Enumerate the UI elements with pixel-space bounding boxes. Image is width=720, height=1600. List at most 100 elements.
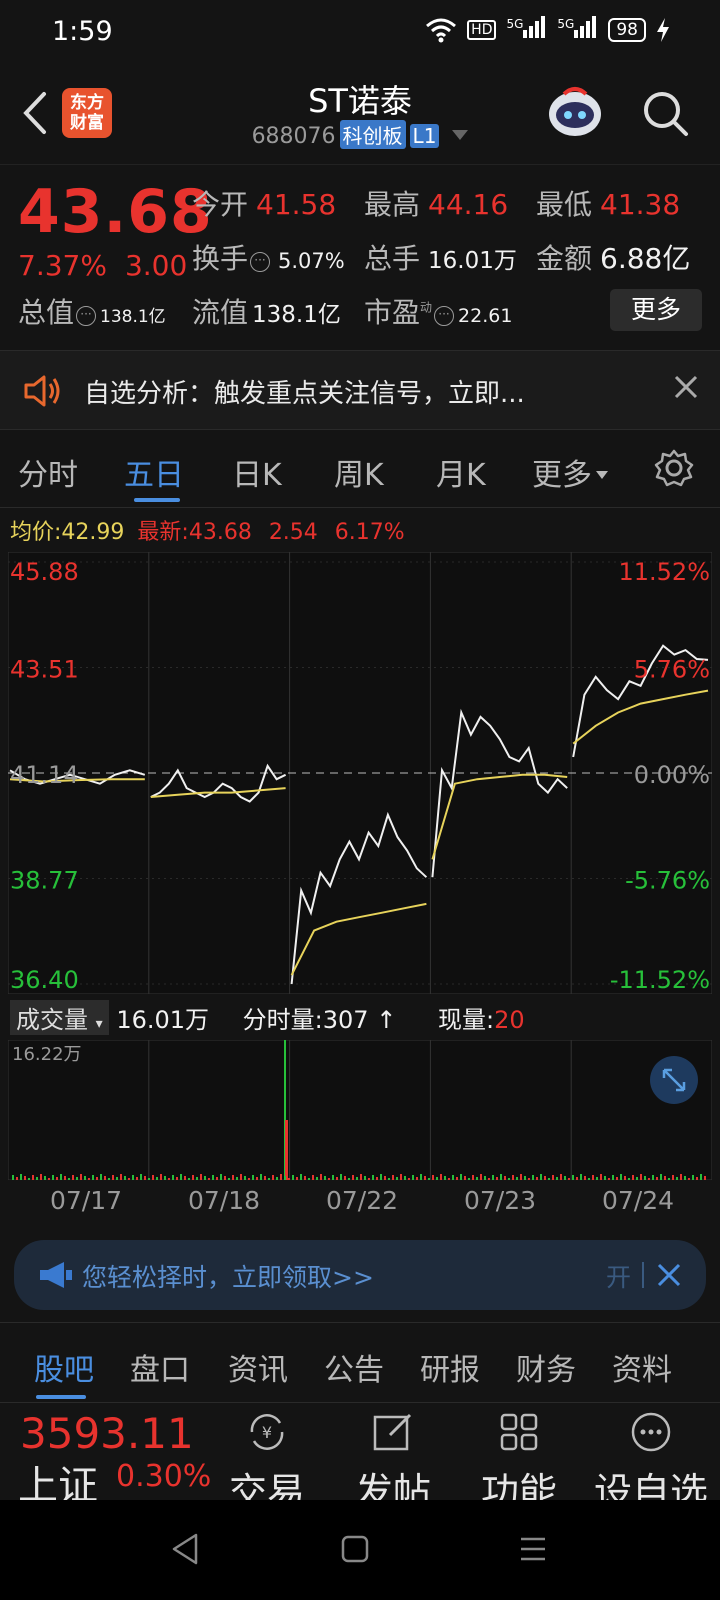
volume-bar (276, 1177, 278, 1180)
tab-announcements[interactable]: 公告 (324, 1345, 384, 1389)
index-ticker[interactable]: 3593.11 上证 0.30% (0, 1403, 212, 1500)
search-icon[interactable] (640, 88, 692, 140)
volume-bar (480, 1174, 482, 1180)
volume-bar (180, 1174, 182, 1180)
functions-button[interactable]: 功能 (464, 1403, 574, 1500)
volume-bar (460, 1174, 462, 1180)
analysis-notice[interactable]: 自选分析：触发重点关注信号，立即... (0, 350, 720, 430)
volume-bar (660, 1174, 662, 1180)
volume-bar (596, 1177, 598, 1180)
divider (642, 1262, 644, 1288)
volume-bar (424, 1176, 426, 1180)
gear-icon[interactable] (654, 448, 694, 488)
index-percent: 0.30% (116, 1459, 212, 1494)
volume-bar (192, 1175, 194, 1180)
volume-bar (428, 1178, 430, 1180)
volume-bar (380, 1174, 382, 1180)
promo-banner[interactable]: 您轻松择时，立即领取>> 开 (14, 1240, 706, 1310)
volume-bar (684, 1176, 686, 1180)
volume-bar (216, 1177, 218, 1180)
chart-period-tabs: 分时 五日 日K 周K 月K 更多 (0, 430, 720, 508)
banner-open[interactable]: 开 (606, 1258, 631, 1294)
date-label: 07/23 (464, 1186, 537, 1215)
megaphone-icon (40, 1262, 72, 1288)
volume-bar (256, 1177, 258, 1180)
tab-intraday[interactable]: 分时 (18, 450, 78, 494)
volume-bar (468, 1178, 470, 1180)
five-day-price-chart[interactable]: 45.88 11.52% 43.51 5.76% 41.14 0.00% 38.77 -5.7… (8, 552, 712, 994)
close-icon[interactable] (656, 1262, 682, 1288)
tab-news[interactable]: 资讯 (228, 1345, 288, 1389)
volume-bar (612, 1175, 614, 1180)
post-button[interactable]: 发帖 (338, 1403, 448, 1500)
svg-text:¥: ¥ (262, 1423, 272, 1442)
volume-bar (652, 1175, 654, 1180)
volume-bar (648, 1178, 650, 1180)
tab-weekly-k[interactable]: 周K (334, 450, 384, 494)
volume-bar (224, 1176, 226, 1180)
volume-bar (524, 1176, 526, 1180)
volume-bar (296, 1177, 298, 1180)
volume-bar (408, 1178, 410, 1180)
volume-indicator-selector[interactable]: 成交量 ▾ (10, 1000, 109, 1035)
up-arrow-icon: ↑ (368, 1006, 397, 1034)
volume-bar (704, 1176, 706, 1180)
add-watchlist-button[interactable]: 设自选 (586, 1403, 716, 1500)
yen-refresh-icon: ¥ (250, 1414, 284, 1450)
volume-bar (564, 1176, 566, 1180)
trade-button[interactable]: ¥ 交易 (212, 1403, 322, 1500)
volume-bar (264, 1176, 266, 1180)
tab-five-day[interactable]: 五日 (124, 450, 184, 494)
nav-menu-icon[interactable] (518, 1534, 548, 1564)
volume-bar (472, 1175, 474, 1180)
tab-monthly-k[interactable]: 月K (436, 450, 486, 494)
nav-home-icon[interactable] (340, 1534, 370, 1564)
info-dots-icon: ··· (76, 306, 97, 326)
volume-bar (700, 1174, 702, 1180)
tab-research[interactable]: 研报 (420, 1345, 480, 1389)
volume-chart[interactable]: 16.22万 (8, 1040, 712, 1180)
y-axis-percent-tick: -11.52% (610, 966, 710, 994)
volume-bar (492, 1175, 494, 1180)
volume-bar (640, 1174, 642, 1180)
volume-bar (644, 1176, 646, 1180)
volume-bar (516, 1177, 518, 1180)
tab-more[interactable]: 更多 (532, 450, 608, 494)
bottom-toolbar: 3593.11 上证 0.30% ¥ 交易 发帖 功能 设自选 (0, 1402, 720, 1500)
tab-daily-k[interactable]: 日K (232, 450, 282, 494)
hd-icon: HD (467, 19, 497, 40)
close-icon[interactable] (670, 371, 702, 403)
volume-bar (52, 1175, 54, 1180)
volume-bar (220, 1174, 222, 1180)
level-tag: L1 (409, 124, 440, 148)
volume-bar (285, 1120, 288, 1180)
tab-financials[interactable]: 财务 (516, 1345, 576, 1389)
volume-bar (284, 1176, 286, 1180)
volume-bar (572, 1175, 574, 1180)
volume-bar (616, 1177, 618, 1180)
date-label: 07/24 (602, 1186, 675, 1215)
stock-code-line[interactable]: 688076 科创板 L1 (0, 120, 720, 149)
dropdown-triangle-icon (452, 130, 469, 140)
tab-order-book[interactable]: 盘口 (130, 1345, 190, 1389)
volume-max-label: 16.22万 (12, 1044, 82, 1065)
tab-guba[interactable]: 股吧 (34, 1345, 94, 1389)
more-stats-button[interactable]: 更多 (610, 289, 702, 331)
nav-back-icon[interactable] (170, 1532, 200, 1566)
volume-bar (24, 1176, 26, 1180)
active-tab-indicator (36, 1395, 86, 1399)
robot-assistant-icon[interactable] (544, 84, 606, 142)
average-price-line: 均价:42.99 最新:43.68 2.54 6.17% (10, 520, 405, 545)
volume-bar (252, 1175, 254, 1180)
volume-bar (604, 1176, 606, 1180)
tab-profile[interactable]: 资料 (612, 1345, 672, 1389)
volume-bar (420, 1174, 422, 1180)
volume-bar (404, 1176, 406, 1180)
volume-bar (520, 1174, 522, 1180)
more-dots-icon (631, 1412, 671, 1452)
volume-bar (40, 1174, 42, 1180)
volume-bar (456, 1177, 458, 1180)
volume-bar (184, 1176, 186, 1180)
volume-bar (432, 1175, 434, 1180)
volume-header: 成交量 ▾ 16.01万 分时量:307 ↑ 现量:20 (10, 1000, 710, 1040)
